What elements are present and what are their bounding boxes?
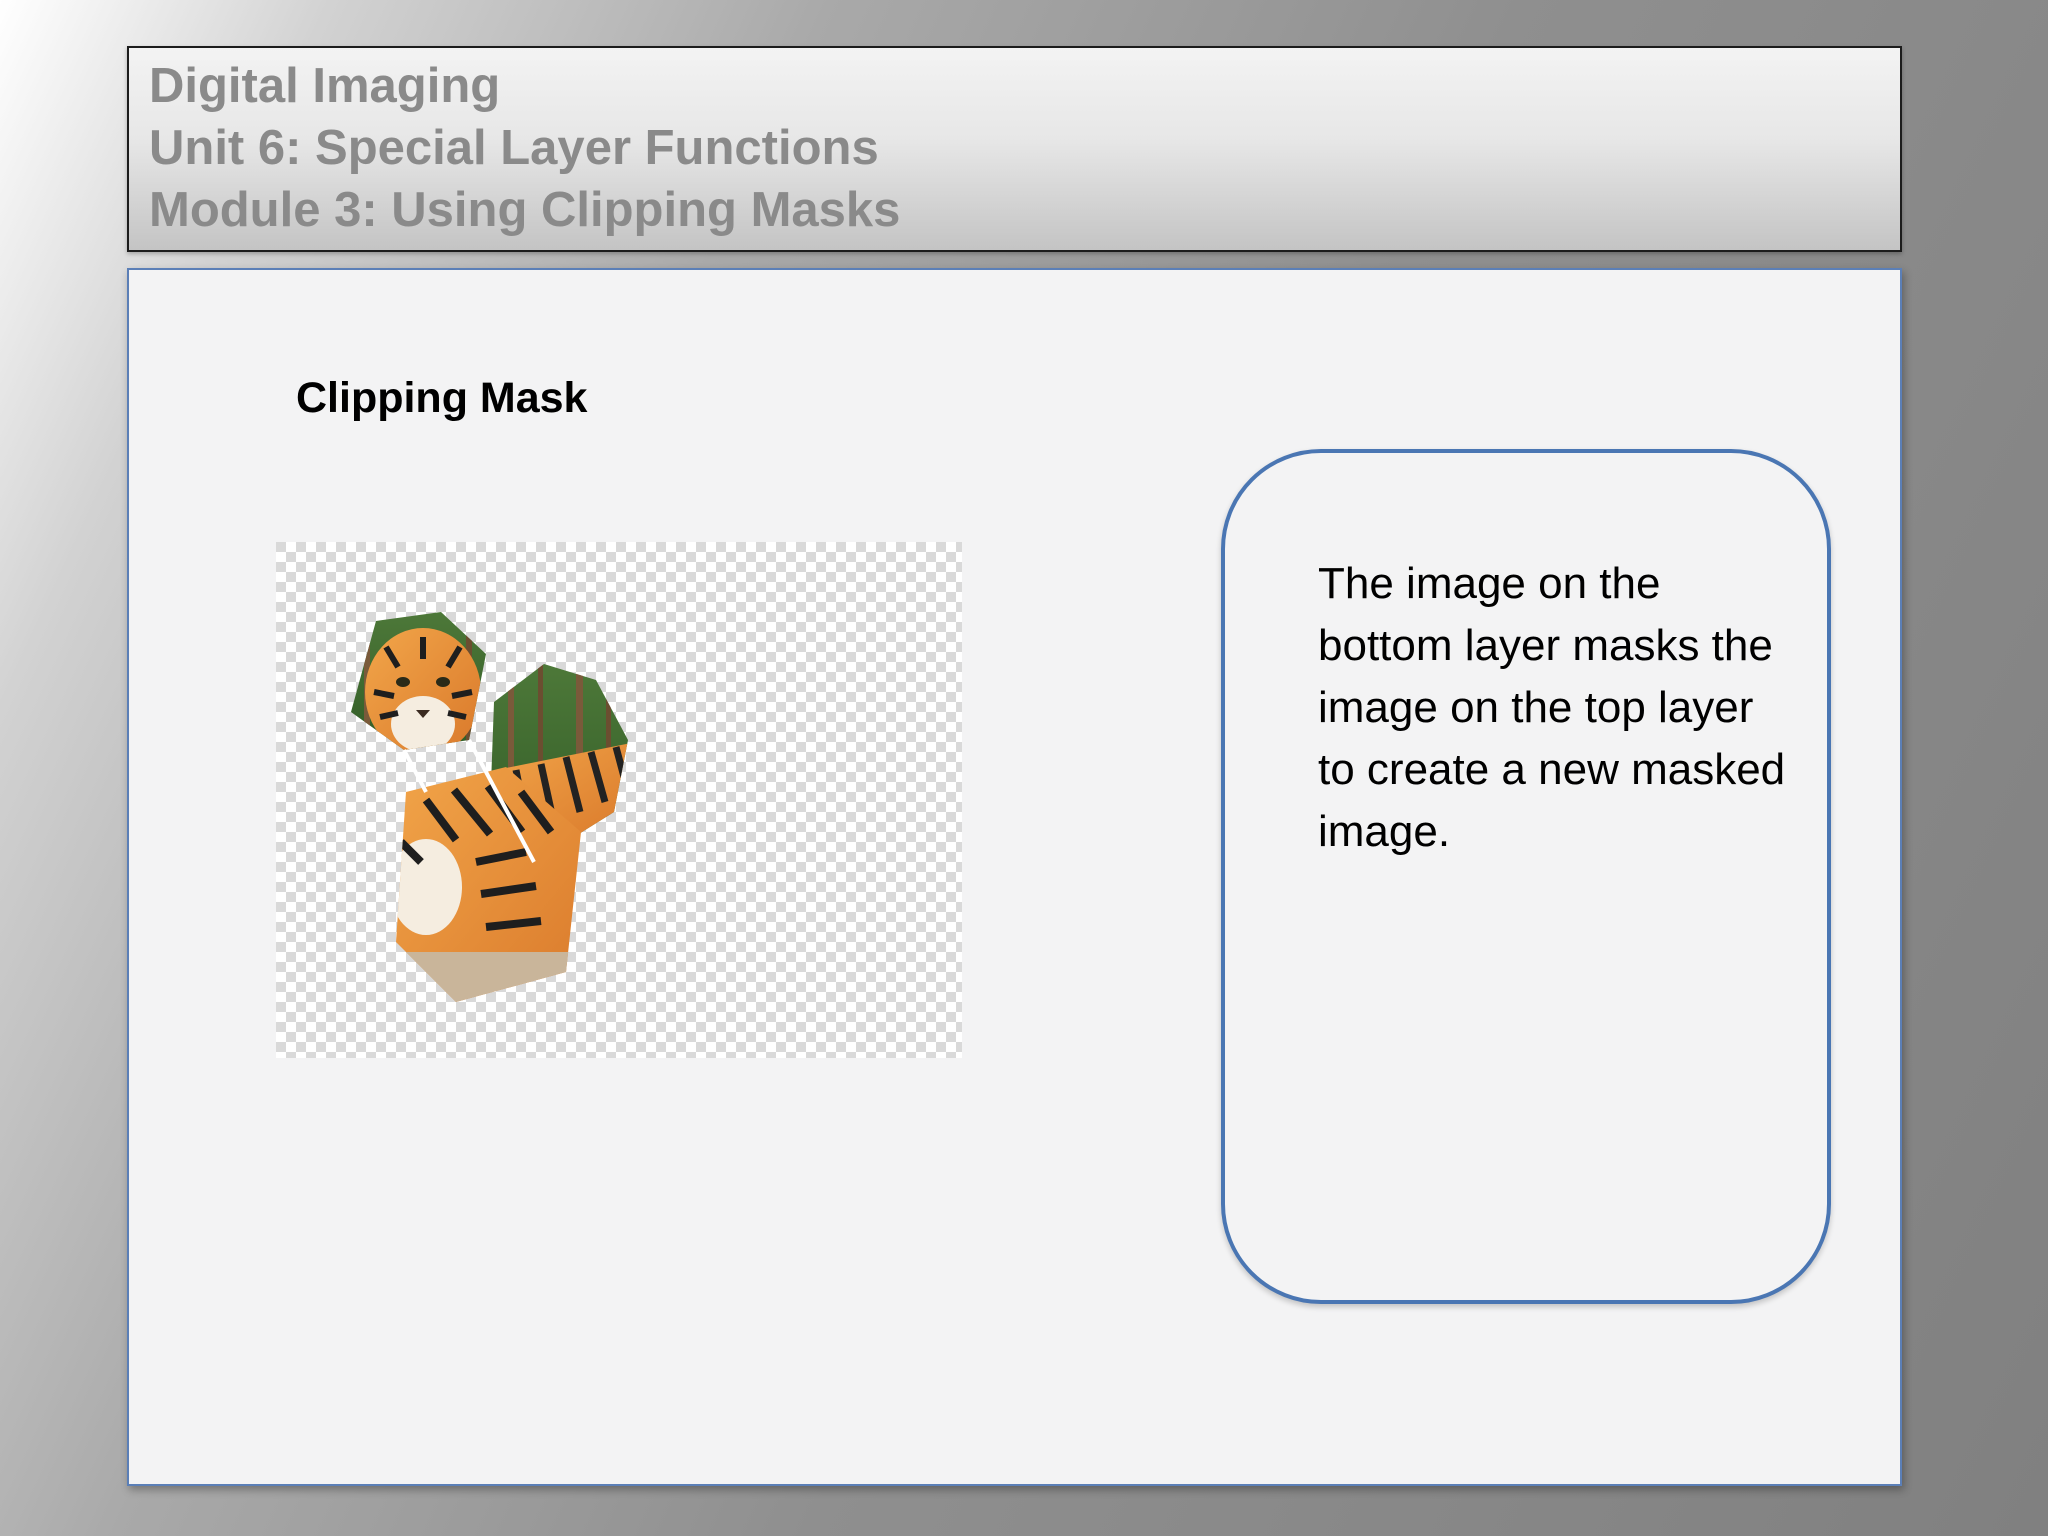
slide-title-bar: Digital Imaging Unit 6: Special Layer Fu…: [127, 46, 1902, 252]
explanation-callout: The image on the bottom layer masks the …: [1221, 449, 1831, 1304]
section-heading: Clipping Mask: [296, 374, 588, 422]
module-title: Module 3: Using Clipping Masks: [149, 183, 901, 237]
unit-title: Unit 6: Special Layer Functions: [149, 121, 879, 175]
clipping-mask-example-image: [276, 542, 962, 1058]
explanation-text: The image on the bottom layer masks the …: [1318, 559, 1786, 856]
transparency-checkerboard: [276, 542, 962, 1058]
slide-content-panel: Clipping Mask The image on the bottom la…: [127, 268, 1902, 1486]
course-title: Digital Imaging: [149, 59, 501, 113]
